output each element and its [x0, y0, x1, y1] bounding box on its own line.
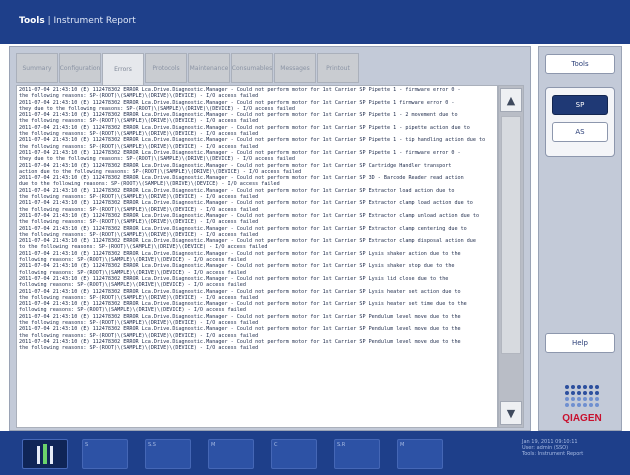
- report-panel: Summary Configuration Errors Protocols M…: [9, 46, 531, 431]
- scroll-down-button[interactable]: ▼: [500, 401, 522, 425]
- as-button-label: AS: [575, 128, 585, 136]
- tab-maintenance[interactable]: Maintenance: [188, 53, 230, 83]
- as-button[interactable]: AS: [552, 122, 608, 142]
- log-line: 2011-07-04 21:43:10 (E) 112478302 ERROR …: [19, 288, 461, 295]
- sp-button-label: SP: [575, 101, 585, 109]
- log-line: 2011-07-04 21:43:10 (E) 112478302 ERROR …: [19, 99, 455, 106]
- qiagen-logo: QIAGEN: [557, 383, 607, 428]
- task-tile-3[interactable]: M: [208, 439, 254, 469]
- sidebar: Tools SP AS Help QIAGEN: [538, 46, 622, 431]
- log-line: 2011-07-04 21:43:10 (E) 112478302 ERROR …: [19, 326, 461, 333]
- status-info: Jan 19, 2011 09:10:11 User: admin (SSO) …: [522, 439, 626, 469]
- status-screen: Tools: Instrument Report: [522, 451, 584, 457]
- tools-button-label: Tools: [571, 60, 589, 68]
- task-tile-4[interactable]: C: [271, 439, 317, 469]
- log-line: 2011-07-04 21:43:10 (E) 112478302 ERROR …: [19, 225, 467, 232]
- error-log: 2011-07-04 21:43:10 (E) 112478302 ERROR …: [16, 85, 498, 428]
- title-bar: Tools | Instrument Report: [0, 0, 630, 44]
- tab-printout[interactable]: Printout: [317, 53, 359, 83]
- screen-title: Tools | Instrument Report: [19, 16, 136, 26]
- logo-wordmark: QIAGEN: [562, 413, 601, 424]
- scroll-thumb[interactable]: [501, 116, 521, 354]
- app-name: Tools: [19, 16, 45, 26]
- tab-configuration[interactable]: Configuration: [59, 53, 101, 83]
- task-tile-1[interactable]: S: [82, 439, 128, 469]
- tab-errors[interactable]: Errors: [102, 53, 144, 86]
- log-line: 2011-07-04 21:43:10 (E) 112478302 ERROR …: [19, 200, 473, 207]
- help-button[interactable]: Help: [545, 333, 615, 353]
- task-tile-5[interactable]: S.R: [334, 439, 380, 469]
- log-line: 2011-07-04 21:43:10 (E) 112478302 ERROR …: [19, 263, 455, 270]
- task-tile-6[interactable]: M: [397, 439, 443, 469]
- log-line: 2011-07-04 21:43:10 (E) 112478302 ERROR …: [19, 137, 486, 144]
- taskbar: S S.S M C S.R M Jan 19, 2011 09:10:11 Us…: [0, 431, 630, 475]
- sp-button[interactable]: SP: [552, 95, 608, 115]
- tab-protocols[interactable]: Protocols: [145, 53, 187, 83]
- chevron-down-icon: ▼: [506, 406, 516, 420]
- screen-name: Instrument Report: [53, 16, 136, 26]
- log-scrollbar[interactable]: ▲ ▼: [498, 85, 524, 428]
- module-toggle: SP AS: [545, 87, 615, 157]
- bars-icon: [37, 444, 53, 464]
- tab-messages[interactable]: Messages: [274, 53, 316, 83]
- tab-consumables[interactable]: Consumables: [231, 53, 273, 83]
- help-button-label: Help: [572, 339, 588, 347]
- task-tile-2[interactable]: S.S: [145, 439, 191, 469]
- log-line: 2011-07-04 21:43:10 (E) 112478302 ERROR …: [19, 162, 452, 169]
- tools-button[interactable]: Tools: [545, 54, 615, 74]
- tab-summary[interactable]: Summary: [16, 53, 58, 83]
- log-line: the following reasons: SP-(ROOT)\(SAMPLE…: [19, 345, 259, 352]
- title-separator: |: [44, 16, 54, 26]
- chevron-up-icon: ▲: [506, 93, 516, 107]
- active-task-tile[interactable]: [22, 439, 68, 469]
- report-tabs: Summary Configuration Errors Protocols M…: [16, 53, 360, 86]
- scroll-up-button[interactable]: ▲: [500, 88, 522, 112]
